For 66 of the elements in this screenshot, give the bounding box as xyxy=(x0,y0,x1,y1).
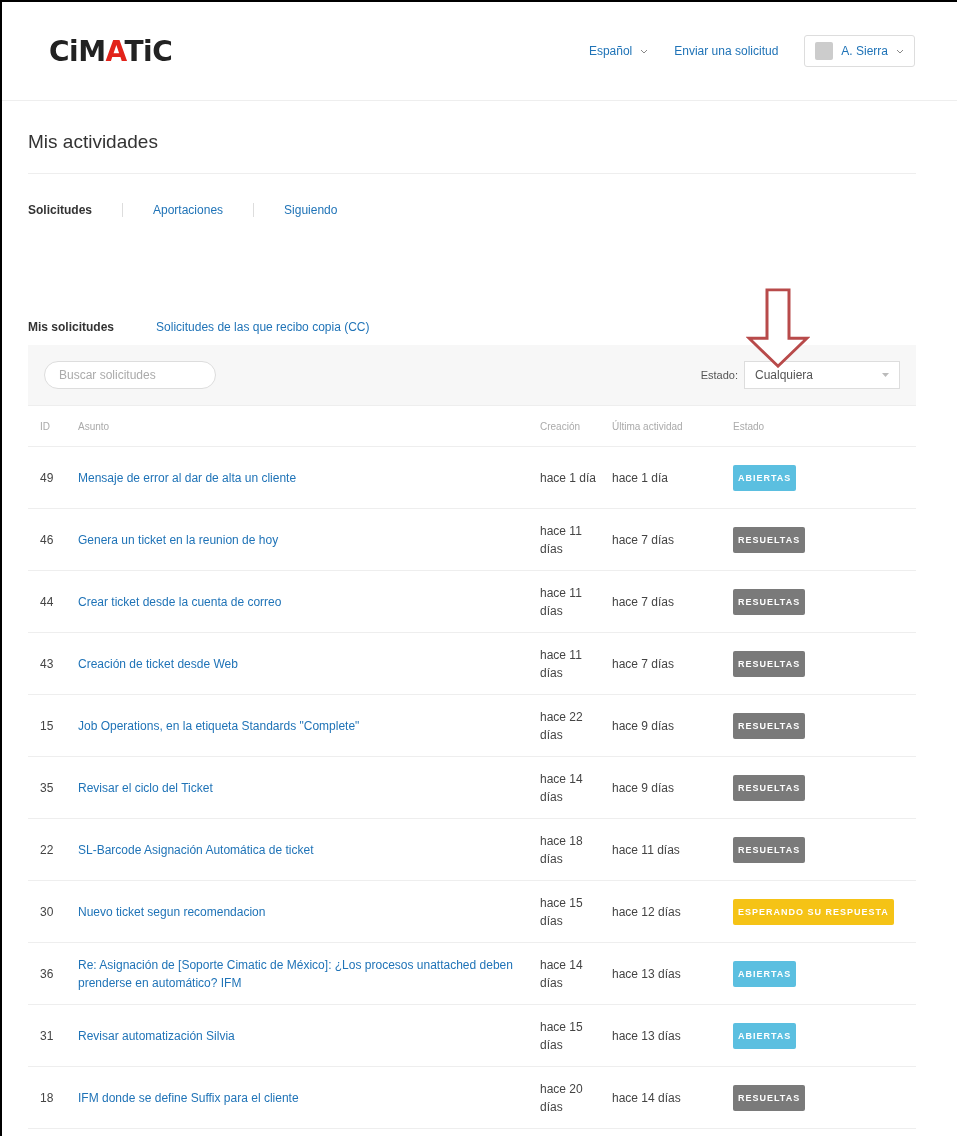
id-cell: 36 xyxy=(28,943,78,1005)
chevron-icon xyxy=(896,48,904,54)
status-badge: ESPERANDO SU RESPUESTA xyxy=(733,898,894,925)
status-badge: RESUELTAS xyxy=(733,526,806,553)
created-cell: hace 11 días xyxy=(540,633,612,695)
id-cell: 30 xyxy=(28,881,78,943)
tab[interactable]: Aportaciones xyxy=(122,203,254,217)
request-link[interactable]: Crear ticket desde la cuenta de correo xyxy=(78,592,282,611)
status-badge: ABIERTAS xyxy=(733,1022,797,1049)
subtab[interactable]: Solicitudes de las que recibo copia (CC) xyxy=(156,320,370,334)
created-cell: hace 15 días xyxy=(540,881,612,943)
status-badge: ABIERTAS xyxy=(733,464,797,491)
request-link[interactable]: SL-Barcode Asignación Automática de ticket xyxy=(78,840,314,859)
request-link[interactable]: Creación de ticket desde Web xyxy=(78,654,238,673)
tab[interactable]: Solicitudes xyxy=(28,203,122,217)
column-header: Creación xyxy=(540,406,612,447)
created-cell: hace 18 días xyxy=(540,819,612,881)
column-header: Estado xyxy=(733,406,916,447)
id-cell: 49 xyxy=(28,447,78,509)
id-cell: 43 xyxy=(28,633,78,695)
chevron-icon xyxy=(640,48,649,54)
status-badge: RESUELTAS xyxy=(733,588,806,615)
subtab[interactable]: Mis solicitudes xyxy=(28,320,115,334)
status-badge: RESUELTAS xyxy=(733,1084,806,1111)
submit-request-link[interactable]: Enviar una solicitud xyxy=(674,44,779,58)
column-header: Última actividad xyxy=(612,406,733,447)
status-badge: RESUELTAS xyxy=(733,650,806,677)
caret-icon xyxy=(882,373,889,377)
id-cell: 46 xyxy=(28,509,78,571)
id-cell: 35 xyxy=(28,757,78,819)
page-title: Mis actividades xyxy=(28,101,916,174)
created-cell: hace 14 días xyxy=(540,757,612,819)
status-badge: RESUELTAS xyxy=(733,836,806,863)
filter-label: Estado: xyxy=(700,369,738,381)
tab[interactable]: Siguiendo xyxy=(253,203,368,217)
search-field[interactable]: Buscar solicitudes xyxy=(44,361,216,389)
request-link[interactable]: Revisar el ciclo del Ticket xyxy=(78,778,213,797)
status-badge: RESUELTAS xyxy=(733,774,806,801)
request-link[interactable]: Mensaje de error al dar de alta un cliente xyxy=(78,468,297,487)
created-cell: hace 15 días xyxy=(540,1005,612,1067)
id-cell: 15 xyxy=(28,695,78,757)
created-cell: hace 22 días xyxy=(540,695,612,757)
created-cell: hace 11 días xyxy=(540,571,612,633)
column-header: Asunto xyxy=(78,406,540,447)
id-cell: 44 xyxy=(28,571,78,633)
status-select[interactable]: Cualquiera xyxy=(744,361,900,389)
user-menu-button[interactable]: A. Sierra xyxy=(804,35,915,67)
id-cell: 18 xyxy=(28,1067,78,1129)
status-badge: RESUELTAS xyxy=(733,712,806,739)
created-cell: hace 14 días xyxy=(540,943,612,1005)
id-cell: 31 xyxy=(28,1005,78,1067)
created-cell: hace 20 días xyxy=(540,1067,612,1129)
request-link[interactable]: IFM donde se define Suffix para el cliente xyxy=(78,1088,299,1107)
status-badge: ABIERTAS xyxy=(733,960,797,987)
request-link[interactable]: Genera un ticket en la reunion de hoy xyxy=(78,530,279,549)
created-cell: hace 1 día xyxy=(540,447,612,509)
logo[interactable]: CiMATiC xyxy=(49,34,173,68)
language-menu[interactable]: Español xyxy=(588,44,649,58)
id-cell: 22 xyxy=(28,819,78,881)
request-link[interactable]: Job Operations, en la etiqueta Standards "Complete" xyxy=(78,716,360,735)
created-cell: hace 11 días xyxy=(540,509,612,571)
avatar-icon xyxy=(815,42,834,60)
request-link[interactable]: Revisar automatización Silvia xyxy=(78,1026,235,1045)
request-link[interactable]: Nuevo ticket segun recomendacion xyxy=(78,902,266,921)
request-link[interactable]: Re: Asignación de [Soporte Cimatic de México]: ¿Los procesos unattached deben prenderse en automático? IFM xyxy=(78,955,532,992)
column-header: ID xyxy=(28,406,78,447)
